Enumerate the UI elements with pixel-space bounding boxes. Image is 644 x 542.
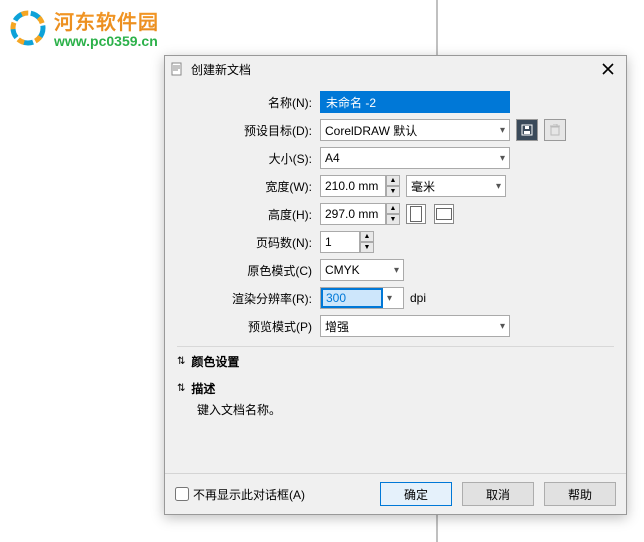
height-label: 高度(H): [177,206,320,223]
preview-dropdown[interactable]: 增强 ▾ [320,315,510,337]
pages-label: 页码数(N): [177,234,320,251]
dialog-content: 名称(N): 预设目标(D): CorelDRAW 默认 ▾ 大小 [165,82,626,473]
spin-down[interactable]: ▼ [386,186,400,197]
pages-input[interactable] [320,231,360,253]
watermark-url: www.pc0359.cn [54,33,159,49]
field-width: 宽度(W): ▲▼ 毫米 ▾ [177,174,614,198]
chevron-down-icon: ▾ [383,293,396,304]
preview-label: 预览模式(P) [177,318,320,335]
unit-value: 毫米 [411,178,496,195]
guide-line [436,512,438,542]
chevron-down-icon: ▾ [496,181,501,192]
field-size: 大小(S): A4 ▾ [177,146,614,170]
field-pages: 页码数(N): ▲▼ [177,230,614,254]
section-color-title: 颜色设置 [191,353,239,370]
titlebar: 创建新文档 [165,56,626,82]
size-value: A4 [325,151,500,165]
field-colormode: 原色模式(C) CMYK ▾ [177,258,614,282]
save-preset-button[interactable] [516,119,538,141]
preset-dropdown[interactable]: CorelDRAW 默认 ▾ [320,119,510,141]
width-spinner[interactable]: ▲▼ [320,175,400,197]
cancel-button[interactable]: 取消 [462,482,534,506]
help-button[interactable]: 帮助 [544,482,616,506]
close-button[interactable] [596,59,620,79]
chevron-down-icon: ▾ [500,321,505,332]
colormode-dropdown[interactable]: CMYK ▾ [320,259,404,281]
size-dropdown[interactable]: A4 ▾ [320,147,510,169]
description-text: 键入文档名称。 [197,401,614,418]
field-preview: 预览模式(P) 增强 ▾ [177,314,614,338]
pages-spinner[interactable]: ▲▼ [320,231,374,253]
colormode-label: 原色模式(C) [177,262,320,279]
logo-icon [8,8,48,48]
size-label: 大小(S): [177,150,320,167]
chevron-down-icon: ▾ [500,125,505,136]
expand-icon: ⇅ [177,356,185,367]
dpi-input[interactable] [321,288,383,308]
preset-label: 预设目标(D): [177,122,320,139]
section-color-header[interactable]: ⇅ 颜色设置 [177,353,614,370]
close-icon [602,63,614,75]
field-height: 高度(H): ▲▼ [177,202,614,226]
chevron-down-icon: ▾ [500,153,505,164]
orientation-portrait[interactable] [406,204,426,224]
field-preset: 预设目标(D): CorelDRAW 默认 ▾ [177,118,614,142]
dpi-combo[interactable]: ▾ [320,287,404,309]
orientation-group [406,204,454,224]
dpi-label: 渲染分辨率(R): [177,290,320,307]
spin-up[interactable]: ▲ [386,203,400,214]
spin-down[interactable]: ▼ [360,242,374,253]
name-label: 名称(N): [177,94,320,111]
height-spinner[interactable]: ▲▼ [320,203,400,225]
collapse-icon: ⇅ [177,383,185,394]
delete-preset-button[interactable] [544,119,566,141]
watermark-title: 河东软件园 [54,6,159,35]
height-input[interactable] [320,203,386,225]
orientation-landscape[interactable] [434,204,454,224]
name-input[interactable] [320,91,510,113]
trash-icon [550,124,560,136]
dialog-title: 创建新文档 [191,61,596,78]
dont-show-checkbox[interactable] [175,487,189,501]
spin-up[interactable]: ▲ [386,175,400,186]
chevron-down-icon: ▾ [394,265,399,276]
width-input[interactable] [320,175,386,197]
section-desc-header[interactable]: ⇅ 描述 [177,380,614,397]
guide-line [436,0,438,55]
unit-dropdown[interactable]: 毫米 ▾ [406,175,506,197]
create-new-document-dialog: 创建新文档 名称(N): 预设目标(D): CorelDRAW 默认 ▾ [164,55,627,515]
field-dpi: 渲染分辨率(R): ▾ dpi [177,286,614,310]
section-desc: ⇅ 描述 键入文档名称。 [177,374,614,418]
dpi-unit: dpi [410,291,426,305]
width-label: 宽度(W): [177,178,320,195]
spin-down[interactable]: ▼ [386,214,400,225]
dialog-footer: 不再显示此对话框(A) 确定 取消 帮助 [165,473,626,514]
dont-show-label: 不再显示此对话框(A) [193,486,305,503]
dont-show-again[interactable]: 不再显示此对话框(A) [175,486,370,503]
watermark: 河东软件园 www.pc0359.cn [8,6,159,49]
ok-button[interactable]: 确定 [380,482,452,506]
field-name: 名称(N): [177,90,614,114]
preset-value: CorelDRAW 默认 [325,122,500,139]
app-icon [171,62,185,76]
spin-up[interactable]: ▲ [360,231,374,242]
preview-value: 增强 [325,318,500,335]
section-color: ⇅ 颜色设置 [177,346,614,370]
save-icon [521,124,533,136]
colormode-value: CMYK [325,263,394,277]
section-desc-title: 描述 [191,380,215,397]
